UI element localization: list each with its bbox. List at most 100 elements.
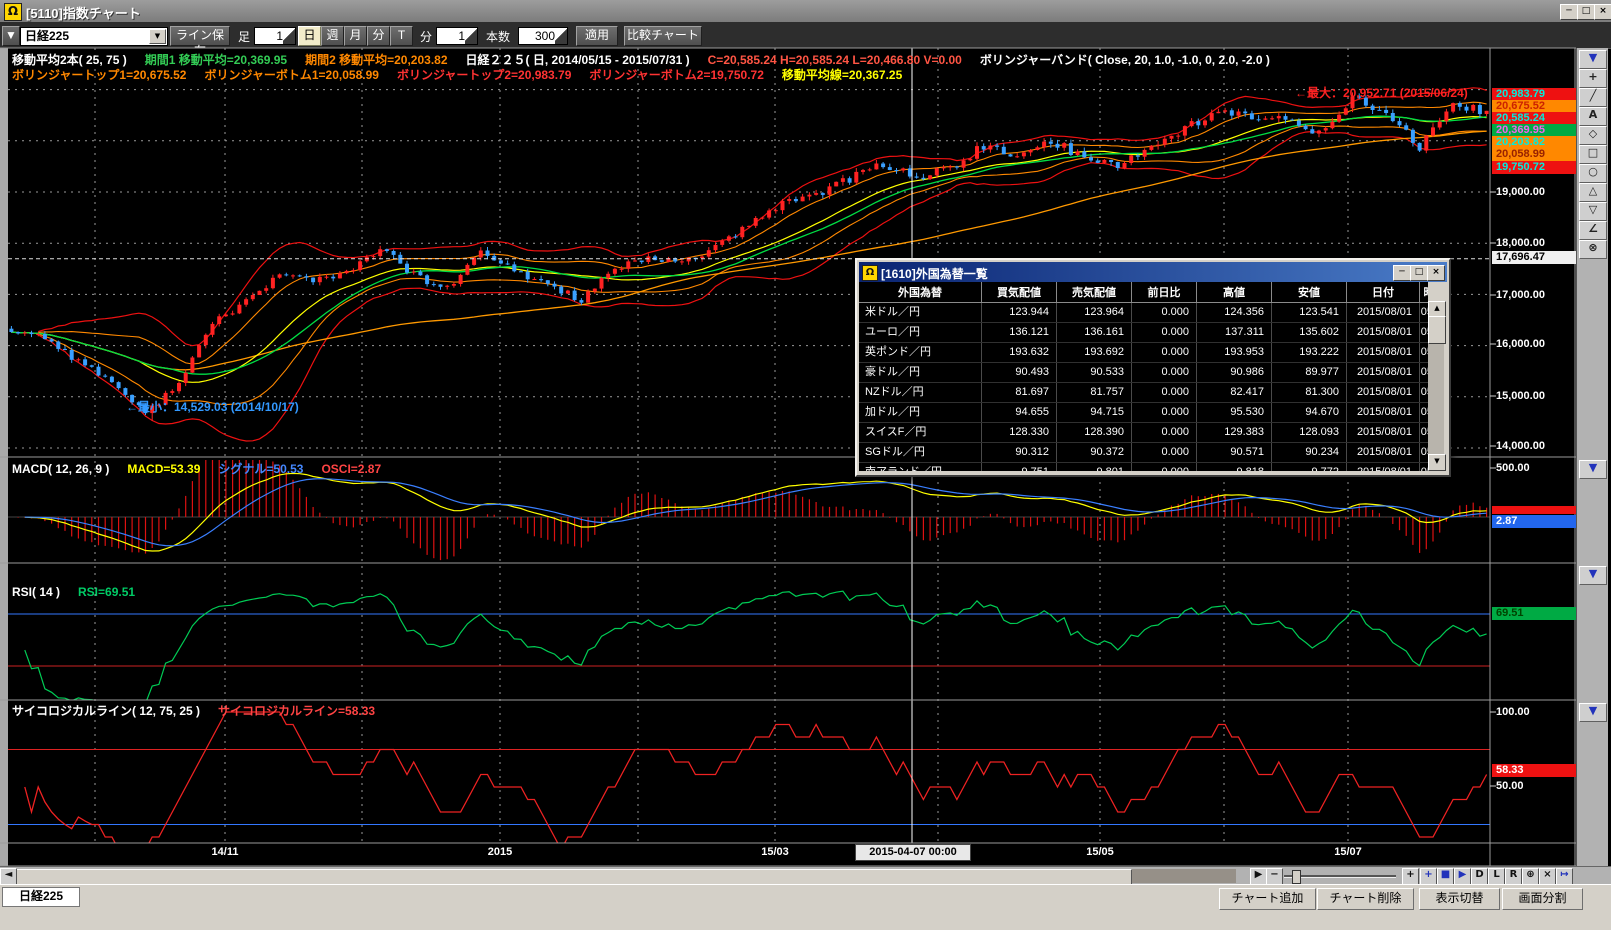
forex-cell: 128.390 bbox=[1057, 423, 1132, 443]
forex-cell: 05:55 bbox=[1420, 363, 1429, 383]
zoom-slider[interactable] bbox=[1284, 875, 1396, 878]
forex-table: 外国為替買気配値売気配値前日比高値安値日付時刻米ドル／円123.944123.9… bbox=[859, 282, 1428, 471]
forex-cell: 0.000 bbox=[1132, 363, 1197, 383]
price-header-segment: 日経２２５( 日, 2014/05/15 - 2015/07/31 ) bbox=[466, 53, 690, 67]
forex-cell: 193.692 bbox=[1057, 343, 1132, 363]
forex-column-header[interactable]: 時刻 bbox=[1420, 282, 1429, 303]
forex-window-title: [1610]外国為替一覧 bbox=[881, 265, 988, 282]
forex-window[interactable]: Ω [1610]外国為替一覧 ─ □ × 外国為替買気配値売気配値前日比高値安値… bbox=[855, 258, 1451, 477]
forex-cell: 123.944 bbox=[982, 303, 1057, 323]
forex-cell: 9.772 bbox=[1272, 463, 1347, 472]
time-axis-label: 15/05 bbox=[1065, 846, 1135, 858]
axis-tick-label: 50.00 bbox=[1492, 780, 1578, 793]
axis-tick-label: 500.00 bbox=[1492, 462, 1578, 475]
remove-chart-button[interactable]: チャート削除 bbox=[1317, 888, 1414, 910]
forex-row[interactable]: 英ポンド／円193.632193.6920.000193.953193.2222… bbox=[859, 343, 1428, 363]
forex-row[interactable]: 南アランド／円9.7519.8010.0009.8189.7722015/08/… bbox=[859, 463, 1428, 472]
time-axis-label: 2015 bbox=[465, 846, 535, 858]
forex-close-icon[interactable]: × bbox=[1427, 265, 1445, 281]
forex-cell: ユーロ／円 bbox=[859, 323, 982, 343]
forex-scrollbar[interactable]: ▲ ▼ bbox=[1428, 301, 1444, 469]
split-screen-button[interactable]: 画面分割 bbox=[1502, 888, 1583, 910]
crosshair-tool-button[interactable]: + bbox=[1579, 69, 1607, 88]
forex-row[interactable]: ユーロ／円136.121136.1610.000137.311135.60220… bbox=[859, 323, 1428, 343]
forex-cell: 81.697 bbox=[982, 383, 1057, 403]
forex-window-title-bar[interactable]: Ω [1610]外国為替一覧 ─ □ × bbox=[859, 262, 1447, 282]
forex-maximize-icon[interactable]: □ bbox=[1410, 265, 1428, 281]
axis-value-badge: 19,750.72 bbox=[1492, 161, 1578, 174]
forex-row[interactable]: NZドル／円81.69781.7570.00082.41781.3002015/… bbox=[859, 383, 1428, 403]
forex-cell: スイスF／円 bbox=[859, 423, 982, 443]
toggle-display-button[interactable]: 表示切替 bbox=[1419, 888, 1500, 910]
price-header-segment: ボリンジャートップ2=20,983.79 bbox=[397, 68, 571, 82]
zoom-slider-thumb[interactable] bbox=[1292, 870, 1301, 884]
ellipse-tool-button[interactable]: ○ bbox=[1579, 164, 1607, 183]
psych-panel-header: サイコロジカルライン( 12, 75, 25 )サイコロジカルライン=58.33 bbox=[12, 702, 393, 719]
forex-column-header[interactable]: 外国為替 bbox=[859, 282, 982, 303]
forex-cell: 94.670 bbox=[1272, 403, 1347, 423]
forex-column-header[interactable]: 売気配値 bbox=[1057, 282, 1132, 303]
price-header-segment: ボリンジャーボトム2=19,750.72 bbox=[589, 68, 763, 82]
forex-cell: 0.000 bbox=[1132, 403, 1197, 423]
forex-cell: 9.818 bbox=[1197, 463, 1272, 472]
forex-cell: 90.312 bbox=[982, 443, 1057, 463]
scroll-down-icon[interactable]: ▼ bbox=[1428, 454, 1446, 471]
forex-column-header[interactable]: 安値 bbox=[1272, 282, 1347, 303]
rsi-header-segment: RSI=69.51 bbox=[78, 585, 135, 599]
forex-row[interactable]: スイスF／円128.330128.3900.000129.383128.0932… bbox=[859, 423, 1428, 443]
application-window: Ω [5110]指数チャート ─ □ × ▼ 日経225 ▼ ライン保存 足 1… bbox=[0, 0, 1611, 929]
macd-header-segment: OSCI=2.87 bbox=[321, 462, 381, 476]
angle-tool-button[interactable]: ∠ bbox=[1579, 221, 1607, 240]
forex-cell: 2015/08/01 bbox=[1347, 383, 1420, 403]
forex-column-header[interactable]: 前日比 bbox=[1132, 282, 1197, 303]
triangle-up-tool-button[interactable]: △ bbox=[1579, 183, 1607, 202]
axis-tick-label: 15,000.00 bbox=[1492, 390, 1578, 403]
delete-drawing-button[interactable]: ⊗ bbox=[1579, 240, 1607, 259]
macd-header-segment: MACD( 12, 26, 9 ) bbox=[12, 462, 109, 476]
forex-scrollbar-thumb[interactable] bbox=[1428, 316, 1446, 344]
macd-header-segment: MACD=53.39 bbox=[127, 462, 200, 476]
forex-minimize-icon[interactable]: ─ bbox=[1393, 265, 1411, 281]
axis-value-badge: 69.51 bbox=[1492, 607, 1578, 620]
chart-scrollbar-track[interactable] bbox=[16, 869, 1236, 883]
forex-row[interactable]: 米ドル／円123.944123.9640.000124.356123.54120… bbox=[859, 303, 1428, 323]
trendline-tool-button[interactable]: ╱ bbox=[1579, 88, 1607, 107]
axis-value-badge: 58.33 bbox=[1492, 764, 1578, 777]
collapse-price-panel-button[interactable]: ▼ bbox=[1579, 50, 1607, 69]
forex-cell: 89.977 bbox=[1272, 363, 1347, 383]
forex-cell: 123.541 bbox=[1272, 303, 1347, 323]
time-axis-label: 14/11 bbox=[190, 846, 260, 858]
forex-cell: 南アランド／円 bbox=[859, 463, 982, 472]
forex-row[interactable]: 豪ドル／円90.49390.5330.00090.98689.9772015/0… bbox=[859, 363, 1428, 383]
triangle-down-tool-button[interactable]: ▽ bbox=[1579, 202, 1607, 221]
add-chart-button[interactable]: チャート追加 bbox=[1219, 888, 1316, 910]
rectangle-tool-button[interactable]: □ bbox=[1579, 145, 1607, 164]
collapse-macd-panel-button[interactable]: ▼ bbox=[1579, 460, 1607, 479]
price-panel-header-2: ボリンジャートップ1=20,675.52ボリンジャーボトム1=20,058.99… bbox=[12, 66, 920, 83]
forex-cell: 9.751 bbox=[982, 463, 1057, 472]
forex-cell: 0.000 bbox=[1132, 303, 1197, 323]
forex-column-header[interactable]: 日付 bbox=[1347, 282, 1420, 303]
forex-cell: 05:55 bbox=[1420, 303, 1429, 323]
collapse-psych-panel-button[interactable]: ▼ bbox=[1579, 703, 1607, 722]
forex-row[interactable]: SGドル／円90.31290.3720.00090.57190.2342015/… bbox=[859, 443, 1428, 463]
price-header-segment: ボリンジャーバンド( Close, 20, 1.0, -1.0, 0, 2.0,… bbox=[980, 53, 1270, 67]
min-price-annotation: ←最小：14,529.03 (2014/10/17) bbox=[126, 398, 299, 415]
diamond-tool-button[interactable]: ◇ bbox=[1579, 126, 1607, 145]
forex-cell: 90.571 bbox=[1197, 443, 1272, 463]
forex-column-header[interactable]: 高値 bbox=[1197, 282, 1272, 303]
max-price-annotation: ←最大：20,952.71 (2015/06/24) bbox=[1295, 84, 1468, 101]
text-tool-button[interactable]: A bbox=[1579, 107, 1607, 126]
forex-column-header[interactable]: 買気配値 bbox=[982, 282, 1057, 303]
forex-row[interactable]: 加ドル／円94.65594.7150.00095.53094.6702015/0… bbox=[859, 403, 1428, 423]
bottom-bar: 日経225 チャート追加チャート削除表示切替画面分割 bbox=[0, 884, 1611, 930]
forex-cell: 2015/08/01 bbox=[1347, 303, 1420, 323]
forex-cell: 2015/08/01 bbox=[1347, 343, 1420, 363]
forex-cell: 94.655 bbox=[982, 403, 1057, 423]
forex-cell: 2015/08/01 bbox=[1347, 463, 1420, 472]
forex-cell: 193.632 bbox=[982, 343, 1057, 363]
chart-scrollbar-thumb[interactable] bbox=[16, 869, 1132, 885]
price-header-segment: 移動平均2本( 25, 75 ) bbox=[12, 53, 127, 67]
collapse-rsi-panel-button[interactable]: ▼ bbox=[1579, 566, 1607, 585]
tab-nikkei225[interactable]: 日経225 bbox=[2, 887, 80, 907]
